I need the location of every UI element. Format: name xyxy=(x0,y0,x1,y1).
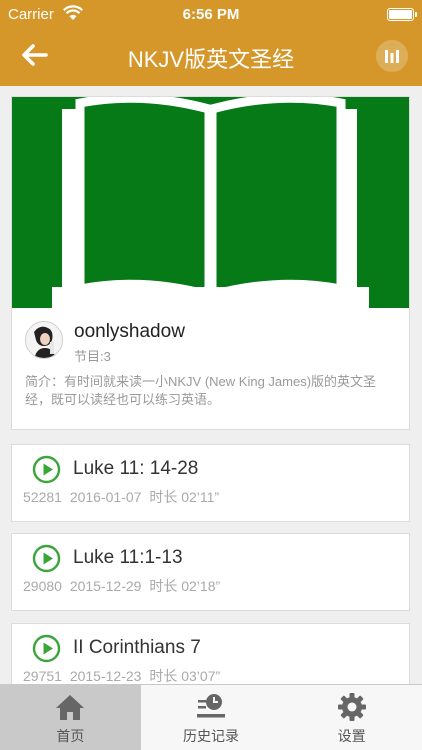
play-icon[interactable] xyxy=(32,544,61,573)
play-count: 29751 xyxy=(23,668,62,684)
tab-label: 设置 xyxy=(337,728,366,744)
play-count: 52281 xyxy=(23,489,62,505)
avatar[interactable] xyxy=(25,321,63,359)
episode-count: 节目:3 xyxy=(74,349,111,364)
open-book-icon xyxy=(12,97,409,308)
bar-chart-icon xyxy=(385,50,399,63)
episode-title: II Corinthians 7 xyxy=(73,637,201,658)
app-header: Carrier 6:56 PM NKJV版英文圣经 xyxy=(0,0,422,86)
status-time: 6:56 PM xyxy=(182,6,240,23)
history-icon xyxy=(195,692,227,722)
user-photo-icon xyxy=(26,322,62,358)
publish-date: 2016-01-07 xyxy=(69,489,142,505)
tab-label: 历史记录 xyxy=(183,728,239,744)
play-icon[interactable] xyxy=(32,455,61,484)
tab-bar: 首页 历史记录 设置 xyxy=(0,684,422,750)
battery-icon xyxy=(387,8,417,21)
play-icon[interactable] xyxy=(32,634,61,663)
tab-settings[interactable]: 设置 xyxy=(281,685,422,750)
publish-date: 2015-12-23 xyxy=(69,668,142,684)
status-bar: Carrier 6:56 PM xyxy=(0,0,422,30)
tab-home[interactable]: 首页 xyxy=(0,685,141,750)
page-title: NKJV版英文圣经 xyxy=(127,47,295,72)
duration: 时长 02’18” xyxy=(149,578,221,594)
tab-history[interactable]: 历史记录 xyxy=(141,685,282,750)
album-info-card: oonlyshadow 节目:3 简介：有时间就来读一小NKJV (New Ki… xyxy=(11,96,410,430)
episode-item[interactable]: II Corinthians 7 29751 2015-12-23 时长 03’… xyxy=(11,623,410,684)
settings-gear-icon xyxy=(336,692,368,722)
album-description: 简介：有时间就来读一小NKJV (New King James)版的英文圣经，既… xyxy=(25,374,377,407)
tab-label: 首页 xyxy=(56,728,85,744)
episode-meta: 29751 2015-12-23 时长 03’07” xyxy=(23,666,224,684)
episode-meta: 52281 2016-01-07 时长 02’11” xyxy=(23,487,223,507)
episode-item[interactable]: Luke 11: 14-28 52281 2016-01-07 时长 02’11… xyxy=(11,444,410,522)
episode-title: Luke 11:1-13 xyxy=(73,547,183,568)
publish-date: 2015-12-29 xyxy=(69,578,142,594)
stats-button[interactable] xyxy=(376,40,408,72)
main-content[interactable]: oonlyshadow 节目:3 简介：有时间就来读一小NKJV (New Ki… xyxy=(0,86,422,684)
duration: 时长 03’07” xyxy=(149,668,221,684)
episode-title: Luke 11: 14-28 xyxy=(73,458,199,479)
episode-meta: 29080 2015-12-29 时长 02’18” xyxy=(23,576,224,596)
home-icon xyxy=(54,692,86,722)
author-name[interactable]: oonlyshadow xyxy=(74,321,185,343)
episode-item[interactable]: Luke 11:1-13 29080 2015-12-29 时长 02’18” xyxy=(11,533,410,611)
duration: 时长 02’11” xyxy=(149,489,220,505)
album-cover-image xyxy=(12,97,409,308)
play-count: 29080 xyxy=(23,578,62,594)
